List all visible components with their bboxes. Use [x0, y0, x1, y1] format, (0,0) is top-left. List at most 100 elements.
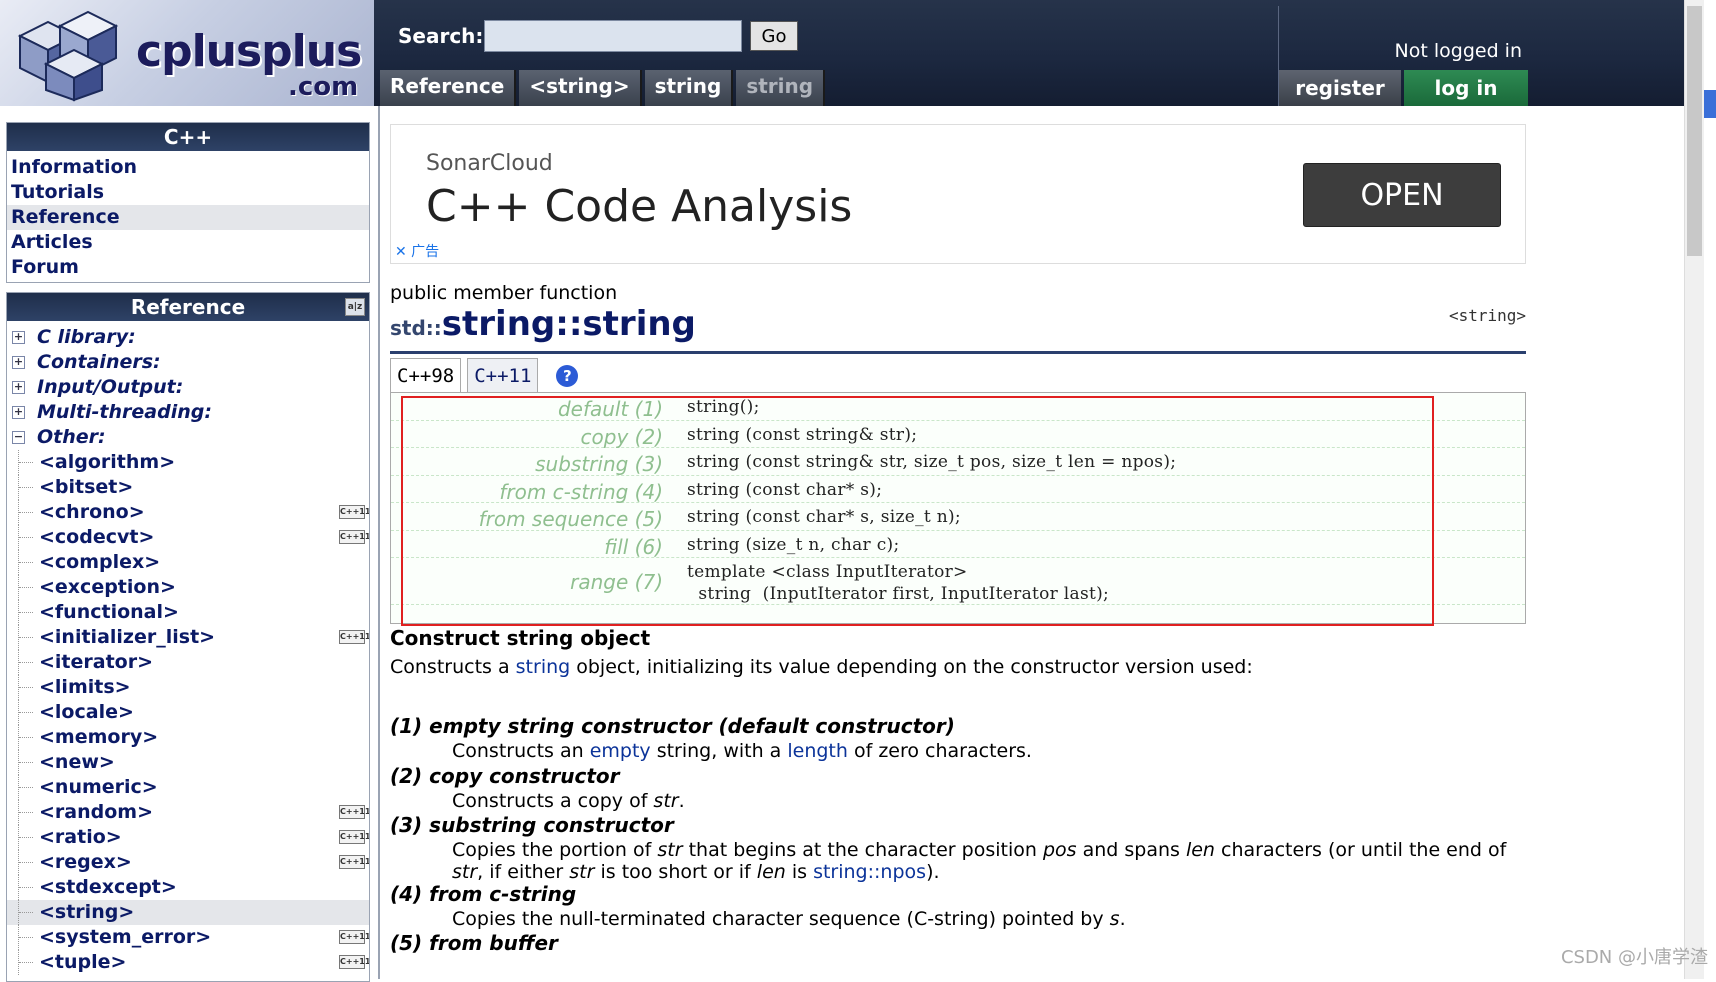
sidebar-item-tutorials[interactable]: Tutorials — [7, 180, 369, 205]
tree-category[interactable]: −Other: — [7, 425, 369, 450]
side-tab-icon[interactable] — [1704, 90, 1716, 118]
tree-item[interactable]: <regex>C++11 — [7, 850, 369, 875]
tree-item-label: <functional> — [39, 601, 179, 623]
tree-item-label: <bitset> — [39, 476, 133, 498]
breadcrumb-string-header[interactable]: <string> — [519, 70, 641, 106]
header-reference-link[interactable]: <string> — [1449, 306, 1526, 325]
tree-item-label: <limits> — [39, 676, 131, 698]
tree-item[interactable]: <iterator> — [7, 650, 369, 675]
tree-item-label: <ratio> — [39, 826, 122, 848]
tree-category-label: Containers: — [37, 351, 161, 373]
register-button[interactable]: register — [1279, 70, 1401, 106]
expand-icon[interactable]: + — [12, 406, 25, 419]
def-1: (1) empty string constructor (default co… — [390, 714, 1032, 762]
breadcrumb-reference[interactable]: Reference — [380, 70, 516, 106]
breadcrumb-string-class[interactable]: string — [645, 70, 734, 106]
site-logo[interactable]: cplusplus .com — [0, 0, 374, 106]
def-1-heading: (1) empty string constructor (default co… — [390, 714, 955, 738]
tree-item[interactable]: <random>C++11 — [7, 800, 369, 825]
tree-item[interactable]: <string> — [7, 900, 369, 925]
cpp11-badge: C++11 — [339, 855, 365, 869]
tree-item[interactable]: <functional> — [7, 600, 369, 625]
def-3-body: Copies the portion of str that begins at… — [390, 839, 1530, 883]
prototype-label: from sequence (5) — [391, 507, 663, 531]
tree-item[interactable]: <memory> — [7, 725, 369, 750]
breadcrumb: Reference <string> string string — [380, 70, 828, 106]
tree-item[interactable]: <stdexcept> — [7, 875, 369, 900]
cpp11-badge: C++11 — [339, 630, 365, 644]
tab-cpp11[interactable]: C++11 — [467, 358, 538, 394]
ad-headline[interactable]: C++ Code Analysis — [426, 181, 852, 232]
prototype-row: fill (6)string (size_t n, char c); — [391, 531, 1525, 559]
sidebar-item-information[interactable]: Information — [7, 155, 369, 180]
tree-item-label: <new> — [39, 751, 115, 773]
sidebar-item-reference[interactable]: Reference — [7, 205, 369, 230]
tree-item[interactable]: <initializer_list>C++11 — [7, 625, 369, 650]
collapse-icon[interactable]: − — [12, 431, 25, 444]
prototype-code: template <class InputIterator> — [687, 562, 968, 582]
tree-item[interactable]: <ratio>C++11 — [7, 825, 369, 850]
tree-item[interactable]: <bitset> — [7, 475, 369, 500]
empty-link[interactable]: empty — [590, 740, 651, 762]
prototype-label: default (1) — [391, 397, 663, 421]
cpp11-badge: C++11 — [339, 505, 365, 519]
logo-text: cplusplus — [136, 26, 361, 77]
cpp11-badge: C++11 — [339, 955, 365, 969]
prototype-row: from c-string (4) string (const char* s); — [391, 476, 1525, 504]
length-link[interactable]: length — [787, 740, 848, 762]
tree-category[interactable]: + Containers: — [7, 350, 369, 375]
prototype-code: string (const string& str, size_t pos, s… — [687, 452, 1176, 472]
expand-icon[interactable]: + — [12, 356, 25, 369]
expand-icon[interactable]: + — [12, 331, 25, 344]
ad-close-icon[interactable]: ✕ 广告 — [395, 241, 439, 261]
prototype-label: from c-string (4) — [391, 480, 663, 504]
tree-item-label: <algorithm> — [39, 451, 175, 473]
tree-item-label: <system_error> — [39, 926, 211, 948]
search-label: Search: — [398, 24, 483, 48]
prototype-row: range (7)template <class InputIterator> … — [391, 558, 1525, 605]
tree-category[interactable]: +Multi-threading: — [7, 400, 369, 425]
prototype-label: range (7) — [391, 570, 663, 594]
ad-open-button[interactable]: OPEN — [1303, 163, 1501, 227]
tree-item[interactable]: <system_error>C++11 — [7, 925, 369, 950]
help-icon[interactable]: ? — [556, 365, 578, 387]
expand-icon[interactable]: + — [12, 381, 25, 394]
def-2: (2) copy constructor Constructs a copy o… — [390, 764, 685, 812]
npos-link[interactable]: string::npos — [813, 861, 926, 883]
search-go-button[interactable]: Go — [750, 21, 798, 51]
tree-category-label: C library: — [37, 326, 136, 348]
search-input[interactable] — [484, 20, 742, 52]
reference-nav-title: Reference a|z — [7, 293, 369, 321]
tab-cpp98[interactable]: C++98 — [390, 358, 461, 394]
tree-item[interactable]: <chrono>C++11 — [7, 500, 369, 525]
version-tabs: C++98 C++11 ? — [390, 358, 578, 394]
tree-item[interactable]: <codecvt>C++11 — [7, 525, 369, 550]
tree-item[interactable]: <new> — [7, 750, 369, 775]
prototype-row: substring (3)string (const string& str, … — [391, 448, 1525, 476]
scrollbar-thumb[interactable] — [1687, 6, 1702, 256]
tree-item[interactable]: <tuple>C++11 — [7, 950, 369, 975]
sidebar-item-forum[interactable]: Forum — [7, 255, 369, 280]
tree-item[interactable]: <locale> — [7, 700, 369, 725]
vertical-scrollbar[interactable] — [1684, 0, 1704, 979]
reference-nav-box: Reference a|z + C library: + Containers:+In… — [6, 292, 370, 982]
tree-item[interactable]: <exception> — [7, 575, 369, 600]
def-4-body: Copies the null-terminated character seq… — [390, 908, 1126, 930]
prototype-code: string (const char* s); — [687, 480, 882, 500]
sidebar-item-articles[interactable]: Articles — [7, 230, 369, 255]
ad-banner[interactable]: SonarCloud C++ Code Analysis OPEN ✕ 广告 — [390, 124, 1526, 264]
prototype-label: copy (2) — [391, 425, 663, 449]
tree-item[interactable]: <complex> — [7, 550, 369, 575]
login-button[interactable]: log in — [1404, 70, 1528, 106]
tree-item-label: <exception> — [39, 576, 176, 598]
tree-category[interactable]: + C library: — [7, 325, 369, 350]
sort-az-icon[interactable]: a|z — [345, 298, 365, 316]
tree-item[interactable]: <numeric> — [7, 775, 369, 800]
tree-item[interactable]: <algorithm> — [7, 450, 369, 475]
tree-item[interactable]: <limits> — [7, 675, 369, 700]
title-name: string::string — [442, 304, 696, 344]
string-link[interactable]: string — [516, 656, 571, 678]
cpp11-badge: C++11 — [339, 530, 365, 544]
tree-category[interactable]: +Input/Output: — [7, 375, 369, 400]
prototype-code-line2: string (InputIterator first, InputIterat… — [687, 584, 1109, 604]
